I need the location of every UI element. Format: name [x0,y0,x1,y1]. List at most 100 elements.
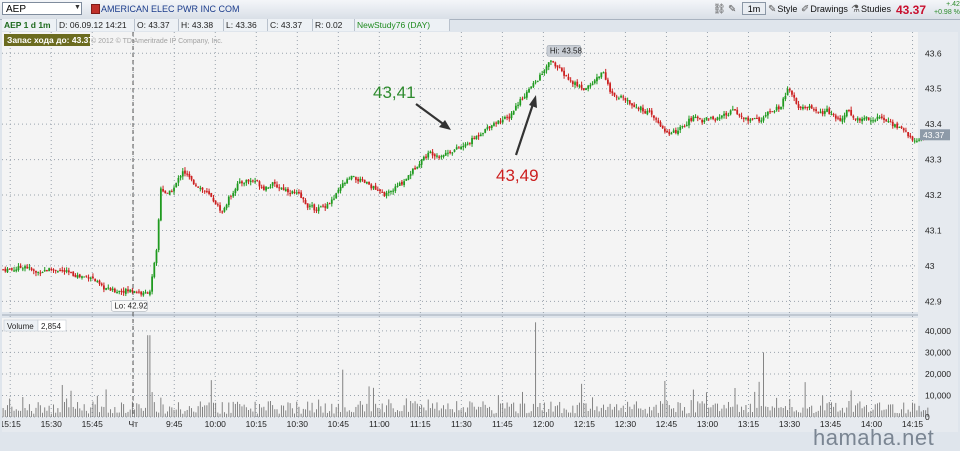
candle-body [484,129,487,133]
candle-body [604,72,607,80]
candle-body [304,199,307,205]
symbol-dropdown-icon[interactable]: ▼ [74,4,81,11]
candle-body [48,268,51,272]
candle-body [387,191,390,193]
volume-label: Volume [7,322,34,331]
stop-label: Запас хода до: 43.37 [7,35,93,45]
price-tick-label: 43.5 [925,84,942,94]
candle-body [168,190,171,195]
time-tick-label: 10:15 [246,419,268,429]
candle-body [655,118,658,120]
candle-body [109,288,112,291]
candle-body [291,191,294,194]
candle-body [635,107,638,109]
candle-body [896,123,899,128]
candle-body [745,117,747,119]
candle-body [2,269,4,271]
candle-body [298,191,300,194]
candle-body [812,109,815,111]
time-tick-label: 11:00 [369,419,390,429]
candle-body [567,76,570,80]
candle-body [817,111,820,113]
candle-body [493,123,495,126]
time-tick-label: 12:30 [615,419,637,429]
candle-body [514,105,517,111]
link-icon[interactable]: ⛓ [713,2,727,16]
candle-body [118,290,121,293]
candle-body [596,77,598,82]
candle-body [444,152,447,156]
candle-body [736,109,739,115]
candle-body [330,199,333,204]
candle-body [571,81,574,85]
candle-body [688,118,690,126]
candle-body [554,62,557,67]
candle-body [848,109,850,111]
candle-body [216,204,219,206]
candle-body [43,270,46,272]
candle-body [100,283,103,286]
candle-body [199,187,202,189]
style-icon: ✎ [768,4,777,15]
candle-body [760,120,763,122]
candle-body [19,265,22,268]
candle-body [699,118,701,120]
price-volume-chart[interactable]: 42.9 43 43.1 43.2 43.3 43.4 43.5 43.6 0 10,000 20… [2,32,958,432]
drawings-button[interactable]: ✐Drawings [801,2,848,16]
candle-body [28,267,31,269]
candle-body [247,179,250,182]
timeframe-button[interactable]: 1m [742,2,766,15]
candle-body [392,190,395,192]
candle-body [65,270,68,272]
candle-body [249,180,252,183]
candle-body [214,200,217,205]
candle-body [190,176,193,180]
candle-body [819,111,822,113]
candle-body [370,184,373,189]
candle-body [243,183,246,185]
candle-body [306,203,309,208]
candle-body [918,139,920,141]
candle-body [39,272,42,274]
candle-body [56,270,59,272]
study-label[interactable]: NewStudy76 (DAY) [355,19,450,31]
candle-body [374,185,377,190]
candle-body [758,117,761,122]
candle-body [116,291,118,293]
candle-body [225,204,228,209]
time-tick-label: 15:15 [2,419,21,429]
tools-icon[interactable]: ✎ [728,2,737,16]
candle-body [475,135,478,140]
candle-body [769,111,771,113]
candle-body [622,96,625,98]
studies-button[interactable]: ⚗Studies [851,2,891,16]
candle-body [631,103,633,106]
candle-body [326,204,329,209]
candle-body [379,189,381,192]
candle-body [793,94,796,98]
candle-body [679,126,682,131]
candle-body [747,117,750,121]
candle-body [626,100,629,102]
candle-body [357,178,359,182]
candle-body [799,107,802,109]
candle-body [913,140,916,142]
candle-body [466,143,469,145]
candle-body [539,74,541,81]
style-button[interactable]: ✎Style [768,2,797,16]
candle-body [650,110,653,115]
candle-body [267,187,270,189]
symbol-input[interactable]: AEP [2,2,82,15]
price-tick-label: 43.3 [925,155,942,165]
price-change: +.42 +0.98 % [934,1,960,17]
candle-body [54,269,57,271]
candle-body [280,187,283,189]
candle-body [611,91,614,94]
candle-body [59,269,61,271]
candle-body [519,99,522,106]
candle-body [381,191,384,193]
candle-body [585,88,587,91]
time-tick-label: 10:30 [287,419,309,429]
candle-body [195,184,197,186]
time-tick-label: 11:45 [492,419,513,429]
